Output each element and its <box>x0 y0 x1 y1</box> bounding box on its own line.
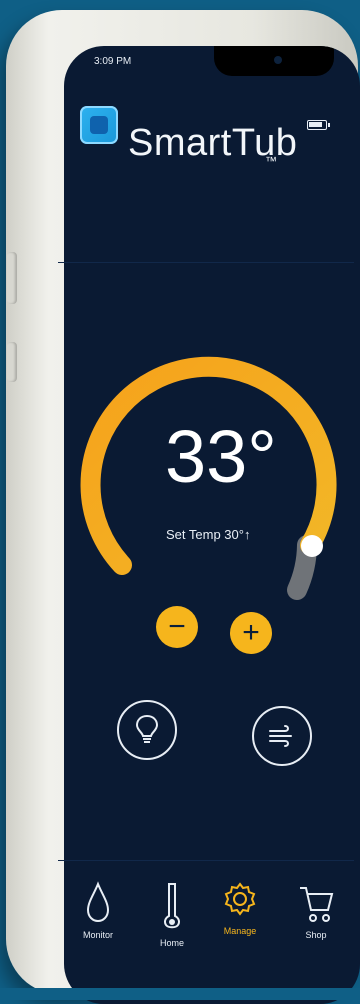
jets-button[interactable] <box>252 706 312 766</box>
side-button <box>7 342 17 382</box>
lightbulb-icon <box>135 714 159 743</box>
cart-icon <box>300 887 334 922</box>
plus-icon: + <box>242 616 260 649</box>
nav-item-shop[interactable]: Shop <box>282 880 350 940</box>
thermometer-icon <box>164 883 180 929</box>
nav-item-manage[interactable]: Manage <box>206 880 274 936</box>
wind-icon <box>269 725 292 747</box>
decrease-temp-button[interactable]: − <box>156 606 198 648</box>
set-temperature: Set Temp 30°↑ <box>166 527 251 542</box>
light-button[interactable] <box>117 700 177 760</box>
status-time: 3:09 PM <box>94 56 132 67</box>
camera-icon <box>274 56 282 64</box>
smarttub-logo <box>80 106 118 144</box>
increase-temp-button[interactable]: + <box>230 612 272 654</box>
dial-handle[interactable] <box>301 535 323 557</box>
nav-label-home: Home <box>159 938 184 948</box>
nav-item-home[interactable]: Home <box>138 880 206 948</box>
divider <box>58 262 354 263</box>
side-button <box>7 252 17 304</box>
trademark: ™ <box>265 154 277 168</box>
drop-icon <box>86 881 110 923</box>
nav-label-monitor: Monitor <box>82 930 113 940</box>
nav-label-manage: Manage <box>223 926 257 936</box>
divider <box>58 860 354 861</box>
background-strip <box>0 988 360 1000</box>
gear-icon <box>224 882 256 916</box>
minus-icon: − <box>168 610 186 643</box>
nav-label-shop: Shop <box>305 930 327 940</box>
nav-item-monitor[interactable]: Monitor <box>64 880 132 940</box>
current-temperature: 33° <box>165 415 277 498</box>
battery-icon <box>307 120 330 130</box>
